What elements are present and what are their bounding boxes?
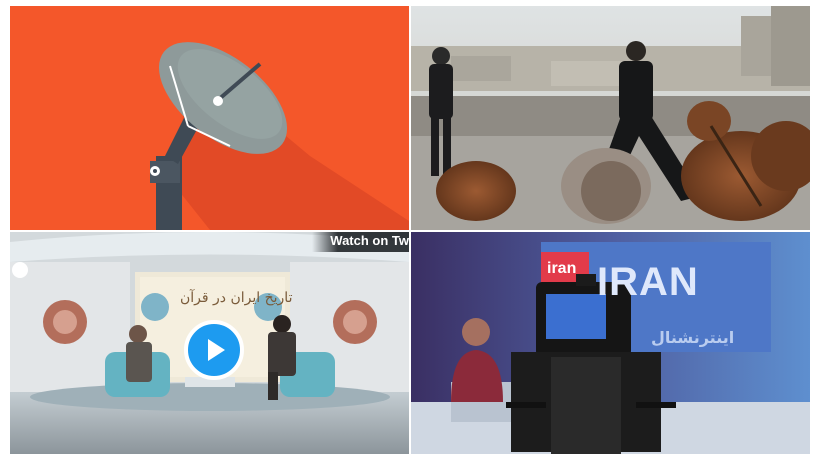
play-button[interactable]: [184, 320, 244, 380]
studio-video[interactable]: تاریخ ایران در قرآن Watch on Tw: [10, 232, 409, 454]
satellite-dish-icon: [10, 6, 409, 230]
watch-on-twitter-link[interactable]: Watch on Tw: [312, 232, 409, 252]
sign-main: IRAN: [597, 260, 699, 304]
news-camera-photo[interactable]: iran IRAN اینترنشنال: [411, 232, 810, 454]
rooftop-dishes-photo[interactable]: [411, 6, 810, 230]
play-icon: [208, 339, 225, 361]
rooftop-scene-icon: [411, 6, 810, 230]
media-grid: تاریخ ایران در قرآن Watch on Tw iran IRA…: [10, 6, 810, 454]
studio-sign-text: تاریخ ایران در قرآن: [180, 290, 293, 306]
sign-secondary: اینترنشنال: [651, 328, 735, 347]
sign-prefix: iran: [547, 260, 577, 277]
satellite-dish-illustration[interactable]: [10, 6, 409, 230]
